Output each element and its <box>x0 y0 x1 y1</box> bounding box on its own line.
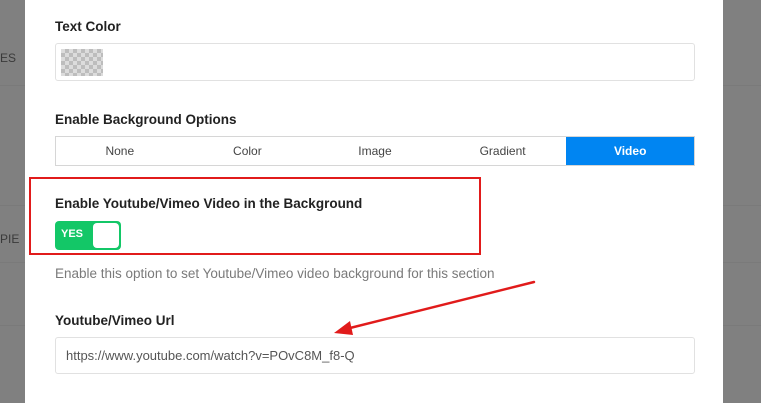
annotation-highlight-box <box>29 177 481 255</box>
background-options-label: Enable Background Options <box>55 112 237 127</box>
transparent-checker-icon[interactable] <box>61 49 103 76</box>
video-toggle-help-text: Enable this option to set Youtube/Vimeo … <box>55 266 495 281</box>
divider <box>0 205 25 206</box>
divider <box>723 325 761 326</box>
bg-option-gradient[interactable]: Gradient <box>438 137 567 165</box>
bg-option-video[interactable]: Video <box>566 137 694 165</box>
divider <box>0 85 25 86</box>
text-color-picker[interactable] <box>55 43 695 81</box>
video-url-input[interactable] <box>55 337 695 374</box>
divider <box>0 262 25 263</box>
bg-option-color[interactable]: Color <box>183 137 312 165</box>
background-options-segmented-control: None Color Image Gradient Video <box>55 136 695 166</box>
text-color-label: Text Color <box>55 19 121 34</box>
divider <box>723 85 761 86</box>
bg-option-none[interactable]: None <box>56 137 184 165</box>
divider <box>0 325 25 326</box>
divider <box>723 262 761 263</box>
bg-option-image[interactable]: Image <box>311 137 439 165</box>
background-text-fragment: PIE <box>0 232 20 246</box>
divider <box>723 205 761 206</box>
background-text-fragment: ES <box>0 51 17 65</box>
video-url-label: Youtube/Vimeo Url <box>55 313 175 328</box>
